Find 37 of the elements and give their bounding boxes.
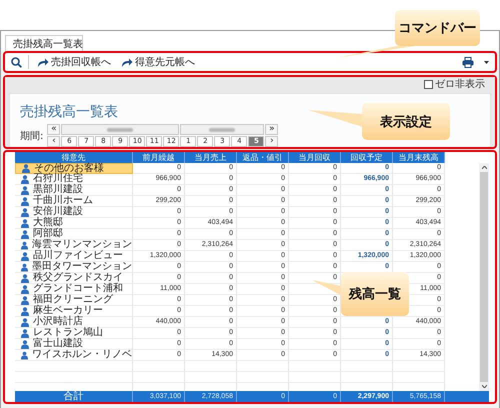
column-header[interactable]: 得意先 bbox=[15, 152, 133, 163]
total-label: 合計 bbox=[15, 391, 133, 402]
next-year-button[interactable]: » bbox=[265, 124, 278, 135]
column-header[interactable]: 当月回収 bbox=[289, 152, 341, 163]
callout: コマンドバー bbox=[330, 8, 482, 62]
period-label: 期間: bbox=[20, 130, 44, 142]
column-header[interactable]: 当月末残高 bbox=[393, 152, 445, 163]
column-header[interactable]: 回収予定 bbox=[341, 152, 393, 163]
customer-cell[interactable]: 黒部川建設 bbox=[15, 185, 133, 196]
customer-cell[interactable]: 墨田タワーマンション bbox=[15, 262, 133, 273]
toolbar-button[interactable]: 売掛回収帳へ bbox=[35, 55, 113, 69]
report-title: 売掛残高一覧表 bbox=[20, 104, 119, 120]
customer-cell[interactable]: 品川ファインビュー bbox=[15, 251, 133, 262]
customer-cell[interactable]: その他のお客様 bbox=[15, 163, 133, 174]
zero-hide-checkbox[interactable]: ゼロ非表示 bbox=[424, 77, 485, 91]
column-header[interactable]: 返品・値引 bbox=[237, 152, 289, 163]
toolbar-button[interactable]: 得意先元帳へ bbox=[119, 55, 197, 69]
customer-cell[interactable]: ワイスホルン・リノベ bbox=[15, 350, 133, 361]
next-month-button[interactable]: › bbox=[265, 136, 278, 147]
customer-cell[interactable]: 小沢時計店 bbox=[15, 317, 133, 328]
customer-cell[interactable]: 海雲マリンマンション bbox=[15, 240, 133, 251]
previous-year-button[interactable]: « bbox=[47, 124, 60, 135]
customer-cell[interactable]: 富士山建設 bbox=[15, 339, 133, 350]
previous-month-button[interactable]: ‹ bbox=[47, 136, 60, 147]
customer-cell[interactable]: 秩父グランドスカイ bbox=[15, 273, 133, 284]
customer-cell[interactable]: 安倍川建設 bbox=[15, 207, 133, 218]
customer-cell[interactable]: 麻生ベーカリー bbox=[15, 306, 133, 317]
customer-cell[interactable]: グランドコート浦和 bbox=[15, 284, 133, 295]
customer-cell[interactable]: レストラン鳩山 bbox=[15, 328, 133, 339]
customer-cell[interactable]: 千曲川ホーム bbox=[15, 196, 133, 207]
customer-cell[interactable]: 大熊邸 bbox=[15, 218, 133, 229]
document-tab[interactable]: 売掛残高一覧表 bbox=[5, 35, 83, 51]
column-header[interactable]: 当月売上 bbox=[185, 152, 237, 163]
customer-cell[interactable]: 福田クリーニング bbox=[15, 295, 133, 306]
customer-cell[interactable]: 阿部邸 bbox=[15, 229, 133, 240]
column-header[interactable]: 前月繰越 bbox=[133, 152, 185, 163]
customer-cell[interactable]: 石狩川住宅 bbox=[15, 174, 133, 185]
